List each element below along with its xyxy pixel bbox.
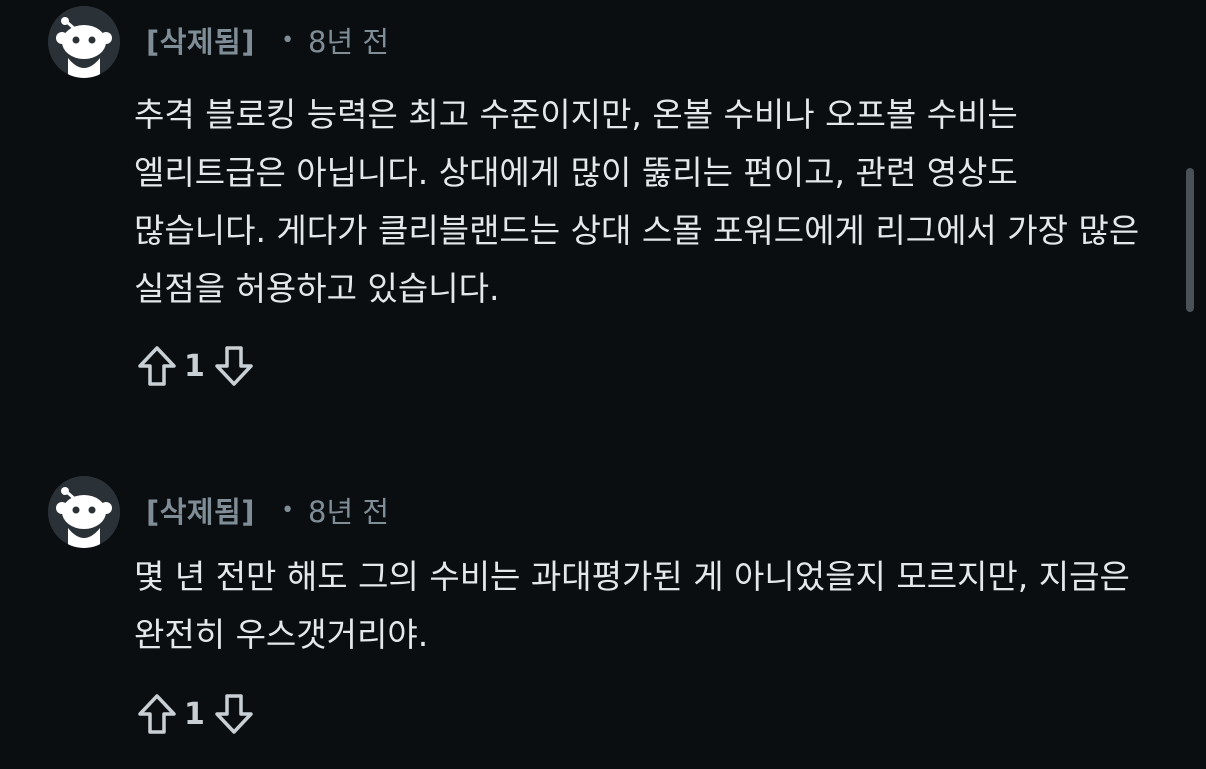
snoo-avatar-icon[interactable] xyxy=(48,476,120,548)
upvote-button[interactable] xyxy=(134,690,180,738)
comment-timestamp[interactable]: 8년 전 xyxy=(308,19,389,61)
upvote-button[interactable] xyxy=(134,342,180,390)
snoo-avatar-icon[interactable] xyxy=(48,6,120,78)
meta-separator: • xyxy=(281,27,295,53)
comment-author[interactable]: [삭제됨] xyxy=(146,489,255,531)
downvote-arrow-icon xyxy=(215,346,253,386)
vote-score: 1 xyxy=(184,696,205,732)
comment-author[interactable]: [삭제됨] xyxy=(146,19,255,61)
vote-score: 1 xyxy=(184,348,205,384)
comment-meta: [삭제됨] • 8년 전 xyxy=(146,20,389,60)
upvote-arrow-icon xyxy=(138,346,176,386)
comment-body: 추격 블로킹 능력은 최고 수준이지만, 온볼 수비나 오프볼 수비는 엘리트급… xyxy=(134,95,1140,308)
comment-thread: [삭제됨] • 8년 전 추격 블로킹 능력은 최고 수준이지만, 온볼 수비나… xyxy=(0,0,1206,769)
upvote-arrow-icon xyxy=(138,694,176,734)
downvote-button[interactable] xyxy=(211,690,257,738)
vote-bar: 1 xyxy=(134,340,257,392)
scrollbar-thumb[interactable] xyxy=(1186,168,1194,312)
comment-timestamp[interactable]: 8년 전 xyxy=(308,489,389,531)
vote-bar: 1 xyxy=(134,688,257,740)
comment-body: 몇 년 전만 해도 그의 수비는 과대평가된 게 아니었을지 모르지만, 지금은… xyxy=(134,557,1130,654)
meta-separator: • xyxy=(281,497,295,523)
downvote-button[interactable] xyxy=(211,342,257,390)
downvote-arrow-icon xyxy=(215,694,253,734)
comment-meta: [삭제됨] • 8년 전 xyxy=(146,490,389,530)
